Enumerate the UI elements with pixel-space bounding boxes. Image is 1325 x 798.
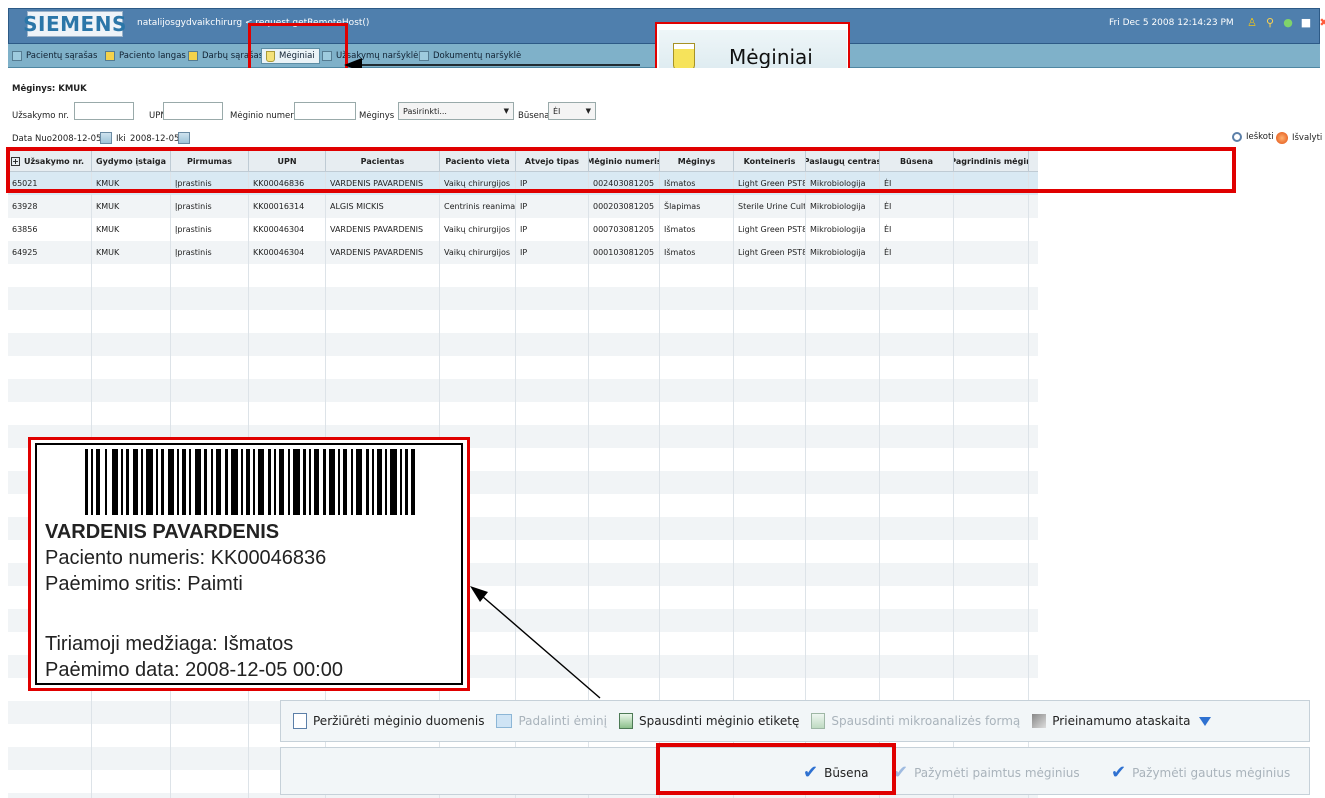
print-form-icon bbox=[811, 713, 826, 729]
label-patient-number: Paciento numeris: KK00046836 bbox=[45, 547, 327, 569]
view-sample-button[interactable]: Peržiūrėti mėginio duomenis bbox=[293, 713, 484, 729]
highlight-status-button bbox=[656, 743, 896, 795]
table-row[interactable]: 63928 KMUK Įprastinis KK00016314 ALGIS M… bbox=[8, 195, 1038, 218]
calendar-icon[interactable] bbox=[100, 132, 112, 144]
annotation-arrow bbox=[470, 586, 601, 699]
chevron-down-icon: ▼ bbox=[585, 107, 591, 115]
document-icon[interactable]: ■ bbox=[1299, 15, 1313, 29]
clear-icon bbox=[1276, 132, 1288, 144]
search-button[interactable]: Ieškoti bbox=[1232, 132, 1274, 142]
worklist-icon bbox=[188, 51, 198, 61]
patient-icon bbox=[105, 51, 115, 61]
search-icon bbox=[1232, 132, 1242, 142]
mark-collected-button[interactable]: ✔ Pažymėti paimtus mėginius bbox=[893, 762, 1080, 783]
user-icon[interactable]: ♙ bbox=[1245, 15, 1259, 29]
tab-patient-window[interactable]: Paciento langas bbox=[105, 48, 186, 64]
label-collection-area: Paėmimo sritis: Paimti bbox=[45, 573, 243, 595]
timestamp: Fri Dec 5 2008 12:14:23 PM bbox=[1109, 18, 1234, 28]
upn-input[interactable] bbox=[163, 102, 223, 120]
tab-patient-list[interactable]: Pacientų sąrašas bbox=[12, 48, 97, 64]
availability-report-button[interactable]: Prieinamumo ataskaita bbox=[1032, 714, 1191, 728]
filter-panel: Mėginys: KMUK Užsakymo nr. UPN Mėginio n… bbox=[8, 68, 1322, 148]
sample-label: Mėginys bbox=[359, 111, 395, 121]
order-number-input[interactable] bbox=[74, 102, 134, 120]
table-row[interactable]: 63856 KMUK Įprastinis KK00046304 VARDENI… bbox=[8, 218, 1038, 241]
sample-number-label: Mėginio numeris bbox=[230, 111, 301, 121]
highlight-samples-tab bbox=[248, 23, 348, 73]
key-icon[interactable]: ⚲ bbox=[1263, 15, 1277, 29]
order-number-label: Užsakymo nr. bbox=[12, 111, 69, 121]
highlight-table-header bbox=[6, 147, 1236, 193]
date-from-label: Data Nuo bbox=[12, 134, 52, 144]
checkmark-icon: ✔ bbox=[1111, 762, 1127, 783]
sample-cup-icon bbox=[673, 43, 695, 71]
label-patient-name: VARDENIS PAVARDENIS bbox=[45, 521, 280, 543]
chevron-down-icon: ▼ bbox=[503, 107, 509, 115]
print-label-button[interactable]: Spausdinti mėginio etiketę bbox=[618, 713, 799, 729]
report-icon bbox=[1032, 714, 1047, 728]
date-to-input[interactable]: 2008-12-05 bbox=[130, 134, 179, 144]
sample-number-input[interactable] bbox=[294, 102, 356, 120]
close-icon[interactable]: ✖ bbox=[1317, 15, 1325, 29]
date-to-label: Iki bbox=[116, 134, 126, 144]
magnifier-doc-icon bbox=[293, 713, 307, 729]
sample-actions-toolbar: Peržiūrėti mėginio duomenis Padalinti ėm… bbox=[280, 700, 1310, 742]
label-collection-date: Paėmimo data: 2008-12-05 00:00 bbox=[45, 659, 343, 681]
calendar-icon[interactable] bbox=[178, 132, 190, 144]
clear-button[interactable]: Išvalyti bbox=[1276, 132, 1322, 144]
grid-icon bbox=[12, 51, 22, 61]
print-micro-form-button[interactable]: Spausdinti mikroanalizės formą bbox=[811, 713, 1020, 729]
callout-label: Mėginiai bbox=[729, 45, 813, 69]
split-icon bbox=[496, 714, 513, 728]
table-row[interactable]: 64925 KMUK Įprastinis KK00046304 VARDENI… bbox=[8, 241, 1038, 264]
status-select[interactable]: ĖI ▼ bbox=[548, 102, 596, 120]
print-form-icon bbox=[618, 713, 633, 729]
barcode-image bbox=[85, 449, 415, 515]
date-from-input[interactable]: 2008-12-05 bbox=[52, 134, 101, 144]
label-material: Tiriamoji medžiaga: Išmatos bbox=[45, 633, 294, 655]
mark-received-button[interactable]: ✔ Pažymėti gautus mėginius bbox=[1111, 762, 1290, 783]
siemens-logo: SIEMENS bbox=[23, 11, 127, 37]
status-label: Būsena bbox=[518, 111, 550, 121]
sample-select[interactable]: Pasirinkti... ▼ bbox=[398, 102, 514, 120]
section-title: Mėginys: KMUK bbox=[12, 84, 87, 94]
sample-label-preview: VARDENIS PAVARDENIS Paciento numeris: KK… bbox=[28, 437, 470, 691]
split-sample-button[interactable]: Padalinti ėminį bbox=[496, 714, 607, 728]
more-options-icon[interactable] bbox=[1198, 716, 1211, 726]
header-icons: ♙ ⚲ ● ■ ✖ bbox=[1245, 15, 1325, 29]
help-icon[interactable]: ● bbox=[1281, 15, 1295, 29]
